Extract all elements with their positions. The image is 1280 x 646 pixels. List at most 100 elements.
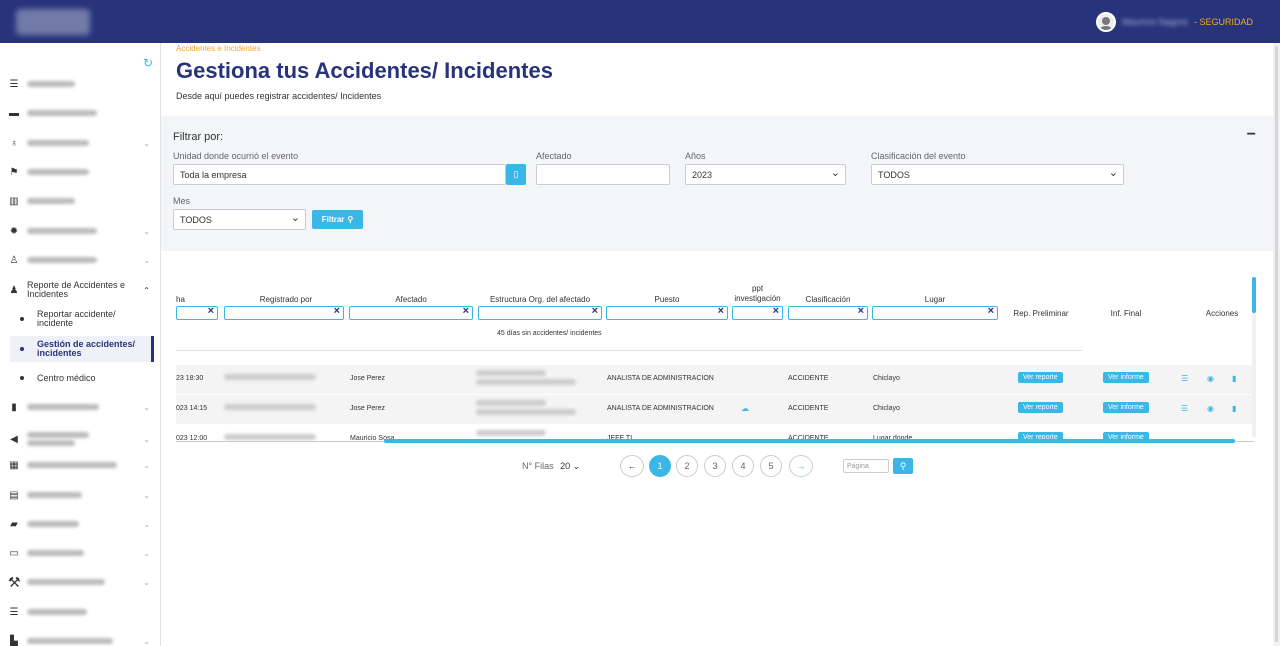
page-scrollbar[interactable]: [1275, 46, 1278, 642]
page-4-button[interactable]: 4: [732, 455, 754, 477]
filter-fecha[interactable]: ×: [176, 305, 218, 320]
cell-fecha: 23 18:30: [176, 375, 204, 382]
chevron-up-icon: ⌃: [143, 285, 150, 295]
sidebar-subitem-gestion[interactable]: Gestión de accidentes/ incidentes: [10, 336, 154, 362]
sidebar-item-documentaria[interactable]: ▙ ⌄: [0, 630, 160, 646]
bullet-icon: [20, 376, 24, 380]
breadcrumb[interactable]: Accidentes e Incidentes: [176, 44, 261, 53]
collapse-button[interactable]: −: [1247, 126, 1256, 144]
file-icon[interactable]: ▮: [1232, 404, 1236, 413]
bullet-icon: [20, 347, 24, 351]
clear-icon[interactable]: ×: [988, 305, 994, 317]
prev-page-button[interactable]: ←: [620, 455, 644, 477]
avatar[interactable]: [1095, 12, 1116, 32]
clasificacion-select[interactable]: TODOS: [871, 164, 1124, 185]
bookmark-icon: ▮: [11, 401, 17, 413]
filter-estructura[interactable]: ×: [478, 305, 602, 320]
chevron-down-icon: ⌄: [143, 636, 150, 646]
clear-icon[interactable]: ×: [463, 305, 469, 317]
file-icon: ▙: [10, 635, 18, 646]
unidad-label: Unidad donde ocurrió el evento: [173, 151, 299, 161]
ver-reporte-button[interactable]: Ver reporte: [1018, 372, 1063, 383]
chevron-down-icon: ⌄: [143, 460, 150, 470]
ver-informe-button[interactable]: Ver informe: [1103, 402, 1149, 413]
column-header-investigacion: ppt investigación: [734, 284, 781, 303]
sidebar-item-label: [27, 550, 84, 556]
filter-afectado[interactable]: ×: [349, 305, 473, 320]
clear-icon[interactable]: ×: [592, 305, 598, 317]
rows-per-page[interactable]: N° Filas 20 ⌄: [522, 461, 580, 472]
sidebar-item-iperc[interactable]: ▤ ⌄: [0, 484, 160, 506]
sidebar-item-epp[interactable]: ▰ ⌄: [0, 513, 160, 535]
filtrar-button[interactable]: Filtrar ⚲: [312, 210, 363, 229]
sidebar-item-elecciones[interactable]: ⚑: [0, 161, 160, 183]
page-2-button[interactable]: 2: [676, 455, 698, 477]
company-logo[interactable]: [16, 9, 90, 35]
sidebar-item-plan[interactable]: ☰: [0, 601, 160, 623]
clear-icon[interactable]: ×: [334, 305, 340, 317]
column-header-lugar: Lugar: [924, 295, 946, 304]
sidebar-item-accidentes[interactable]: ♟ Reporte de Accidentes e Incidentes ⌃: [0, 279, 160, 301]
filter-clasificacion[interactable]: ×: [788, 305, 868, 320]
sidebar-item-capacitaciones[interactable]: ♁ ⌄: [0, 132, 160, 154]
horizontal-scrollbar[interactable]: [384, 439, 1235, 443]
cloud-download-icon[interactable]: ☁: [741, 404, 749, 413]
clear-icon[interactable]: ×: [773, 305, 779, 317]
arrow-left-icon: ←: [627, 461, 637, 471]
sidebar-item-comite[interactable]: ▦ ⌄: [0, 454, 160, 476]
org-picker-button[interactable]: ▯: [506, 164, 526, 185]
filter-panel: Filtrar por: − Unidad donde ocurrió el e…: [161, 116, 1273, 251]
sidebar-item-checklist[interactable]: ▮ ⌄: [0, 396, 160, 418]
eye-icon[interactable]: ◉: [1207, 404, 1214, 413]
list-icon[interactable]: ☰: [1181, 374, 1188, 383]
user-menu[interactable]: Mauricio Nagore - SEGURIDAD: [1095, 12, 1253, 32]
unidad-input[interactable]: Toda la empresa: [173, 164, 506, 185]
sidebar-item-salud[interactable]: ♙ ⌄: [0, 249, 160, 271]
search-icon: ⚲: [899, 460, 907, 471]
vertical-scrollbar[interactable]: [1252, 277, 1256, 313]
table-row[interactable]: 23 18:30 Jose Perez ANALISTA DE ADMINIST…: [176, 365, 1254, 394]
sidebar-item-reporte-actos[interactable]: ◀ ⌄: [0, 425, 160, 453]
rows-value: 20: [560, 461, 571, 471]
sidebar-item-covid[interactable]: ✹ ⌄: [0, 220, 160, 242]
main-content: Accidentes e Incidentes Gestiona tus Acc…: [161, 43, 1280, 646]
anios-label: Años: [685, 151, 706, 161]
accidents-table: ha Registrado por Afectado Estructura Or…: [176, 269, 1254, 444]
clear-icon[interactable]: ×: [208, 305, 214, 317]
filter-investigacion[interactable]: ×: [732, 305, 783, 320]
file-icon[interactable]: ▮: [1232, 374, 1236, 383]
go-page-button[interactable]: ⚲: [893, 458, 913, 474]
sidebar-item-estadisticas[interactable]: ▥: [0, 190, 160, 212]
column-header-fecha: ha: [176, 295, 185, 304]
car-icon: ▬: [9, 107, 19, 119]
clear-icon[interactable]: ×: [718, 305, 724, 317]
ver-reporte-button[interactable]: Ver reporte: [1018, 402, 1063, 413]
list-icon[interactable]: ☰: [1181, 404, 1188, 413]
sidebar-subitem-reportar[interactable]: Reportar accidente/ incidente: [10, 308, 154, 330]
page-5-button[interactable]: 5: [760, 455, 782, 477]
sidebar-item-requisitos[interactable]: ⚒ ⌄: [0, 571, 160, 593]
sidebar-item-gestion-sst[interactable]: ☰: [0, 73, 160, 95]
sidebar-item-label: [27, 492, 82, 498]
filter-puesto[interactable]: ×: [606, 305, 728, 320]
mes-select[interactable]: TODOS: [173, 209, 306, 230]
page-input[interactable]: Página: [843, 459, 889, 473]
virus-icon: ✹: [9, 225, 19, 237]
filter-registrado[interactable]: ×: [224, 305, 344, 320]
sidebar-item-inspecciones[interactable]: ▭ ⌄: [0, 542, 160, 564]
next-page-button[interactable]: →: [789, 455, 813, 477]
eye-icon[interactable]: ◉: [1207, 374, 1214, 383]
table-row[interactable]: 023 14:15 Jose Perez ANALISTA DE ADMINIS…: [176, 395, 1254, 424]
page-1-button[interactable]: 1: [649, 455, 671, 477]
page-3-button[interactable]: 3: [704, 455, 726, 477]
filter-lugar[interactable]: ×: [872, 305, 998, 320]
clear-icon[interactable]: ×: [858, 305, 864, 317]
ver-informe-button[interactable]: Ver informe: [1103, 372, 1149, 383]
user-name[interactable]: Mauricio Nagore: [1122, 17, 1188, 27]
refresh-icon[interactable]: ↻: [143, 56, 153, 70]
sidebar-item-vehiculos[interactable]: ▬: [0, 102, 160, 124]
sidebar-subitem-centro-medico[interactable]: Centro médico: [10, 371, 154, 385]
anios-select[interactable]: 2023: [685, 164, 846, 185]
flag-icon: ⚑: [9, 166, 19, 178]
afectado-input[interactable]: [536, 164, 670, 185]
